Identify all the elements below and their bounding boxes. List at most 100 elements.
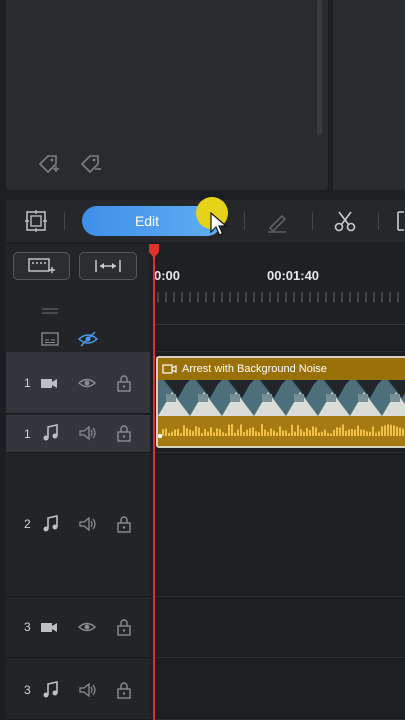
more-tools-icon[interactable] <box>392 208 405 234</box>
track-row-audio-2[interactable]: 2 <box>6 454 150 597</box>
waveform-bar <box>303 431 305 436</box>
lane-subtitle[interactable] <box>153 325 405 352</box>
waveform-bar <box>171 431 173 436</box>
eye-icon[interactable] <box>77 373 97 393</box>
waveform-bar <box>357 425 359 436</box>
lane-track-3-audio[interactable] <box>153 659 405 720</box>
waveform-bar <box>252 427 254 436</box>
waveform-bar <box>312 426 314 436</box>
playhead-line[interactable] <box>153 250 155 720</box>
waveform-bar <box>183 425 185 436</box>
waveform-bar <box>261 424 263 436</box>
waveform-bar <box>249 428 251 436</box>
track-number: 2 <box>24 517 31 531</box>
crop-icon[interactable] <box>23 208 49 234</box>
ruler-ticks <box>157 292 399 302</box>
waveform-bar <box>375 432 377 436</box>
waveform-bar <box>342 424 344 436</box>
lane-track-3-video[interactable] <box>153 598 405 658</box>
waveform-bar <box>279 426 281 436</box>
waveform-bar <box>384 425 386 436</box>
scissors-icon[interactable] <box>332 208 358 234</box>
video-clip[interactable]: Arrest with Background Noise <box>156 356 405 448</box>
track-type-label-icon <box>42 308 58 314</box>
waveform-bar <box>318 432 320 436</box>
fit-timeline-button[interactable] <box>79 252 137 280</box>
waveform-bar <box>369 431 371 436</box>
waveform-bar <box>300 429 302 436</box>
waveform-bar <box>333 429 335 436</box>
waveform-bar <box>228 424 230 436</box>
media-panel-scrollbar[interactable] <box>317 0 322 135</box>
waveform-bar <box>219 429 221 436</box>
waveform-bar <box>222 432 224 436</box>
clip-title-bar: Arrest with Background Noise <box>158 358 405 380</box>
waveform-bar <box>387 424 389 436</box>
lock-icon[interactable] <box>114 680 134 700</box>
waveform-bar <box>351 429 353 436</box>
waveform-bar <box>201 433 203 436</box>
waveform-bar <box>207 431 209 436</box>
track-row-video-3[interactable]: 3 <box>6 598 150 658</box>
track-row-audio-1[interactable]: 1 <box>6 415 150 453</box>
preview-panel <box>333 0 405 190</box>
waveform-bar <box>399 427 401 436</box>
waveform-bar <box>177 428 179 436</box>
clip-thumbnails <box>158 380 405 416</box>
waveform-bar <box>378 431 380 436</box>
waveform-bar <box>246 429 248 436</box>
app-root: Edit 0:00 00:01:40 1 1 2 3 3 Arrest with… <box>0 0 405 720</box>
pen-icon[interactable] <box>264 208 290 234</box>
waveform-bar <box>240 424 242 436</box>
music-note-icon <box>43 424 58 441</box>
speaker-icon[interactable] <box>77 680 97 700</box>
waveform-bar <box>180 433 182 436</box>
waveform-bar <box>243 432 245 436</box>
lock-icon[interactable] <box>114 514 134 534</box>
toolbar-divider <box>378 212 379 230</box>
waveform-bar <box>264 429 266 436</box>
waveform-bar <box>237 429 239 436</box>
remove-tag-icon[interactable] <box>76 150 104 178</box>
speaker-icon[interactable] <box>77 423 97 443</box>
waveform-bar <box>294 431 296 436</box>
subtitle-track-icon[interactable] <box>40 330 60 348</box>
add-track-button[interactable] <box>13 252 70 280</box>
waveform-bar <box>297 425 299 436</box>
track-row-video-1[interactable]: 1 <box>6 352 150 414</box>
clip-video-icon <box>162 364 177 374</box>
waveform-bar <box>204 429 206 436</box>
add-tag-icon[interactable] <box>34 150 62 178</box>
toolbar-divider <box>244 212 245 230</box>
timecode-start: 0:00 <box>154 268 181 283</box>
lock-icon[interactable] <box>114 373 134 393</box>
waveform-bar <box>306 427 308 436</box>
waveform-bar <box>216 428 218 436</box>
timeline-ruler[interactable]: 0:00 00:01:40 <box>153 244 405 324</box>
waveform-bar <box>309 429 311 436</box>
waveform-bar <box>198 427 200 436</box>
lock-icon[interactable] <box>114 617 134 637</box>
speaker-icon[interactable] <box>77 514 97 534</box>
waveform-bar <box>213 432 215 436</box>
waveform-bar <box>162 429 164 436</box>
track-number: 1 <box>24 427 31 441</box>
waveform-bar <box>192 431 194 436</box>
music-note-icon <box>43 681 58 698</box>
eye-icon[interactable] <box>77 617 97 637</box>
track-number: 3 <box>24 620 31 634</box>
playhead-handle-icon[interactable] <box>149 244 159 258</box>
lock-icon[interactable] <box>114 423 134 443</box>
waveform-bar <box>336 427 338 436</box>
waveform-bar <box>315 427 317 436</box>
add-track-icon <box>27 258 55 273</box>
hidden-eye-icon[interactable] <box>77 330 99 348</box>
track-number: 3 <box>24 683 31 697</box>
waveform-bar <box>174 429 176 436</box>
lane-track-2[interactable] <box>153 454 405 597</box>
track-row-audio-3[interactable]: 3 <box>6 659 150 720</box>
waveform-bar <box>225 433 227 436</box>
waveform-bar <box>255 431 257 436</box>
video-camera-icon <box>41 623 57 632</box>
waveform-bar <box>282 430 284 436</box>
